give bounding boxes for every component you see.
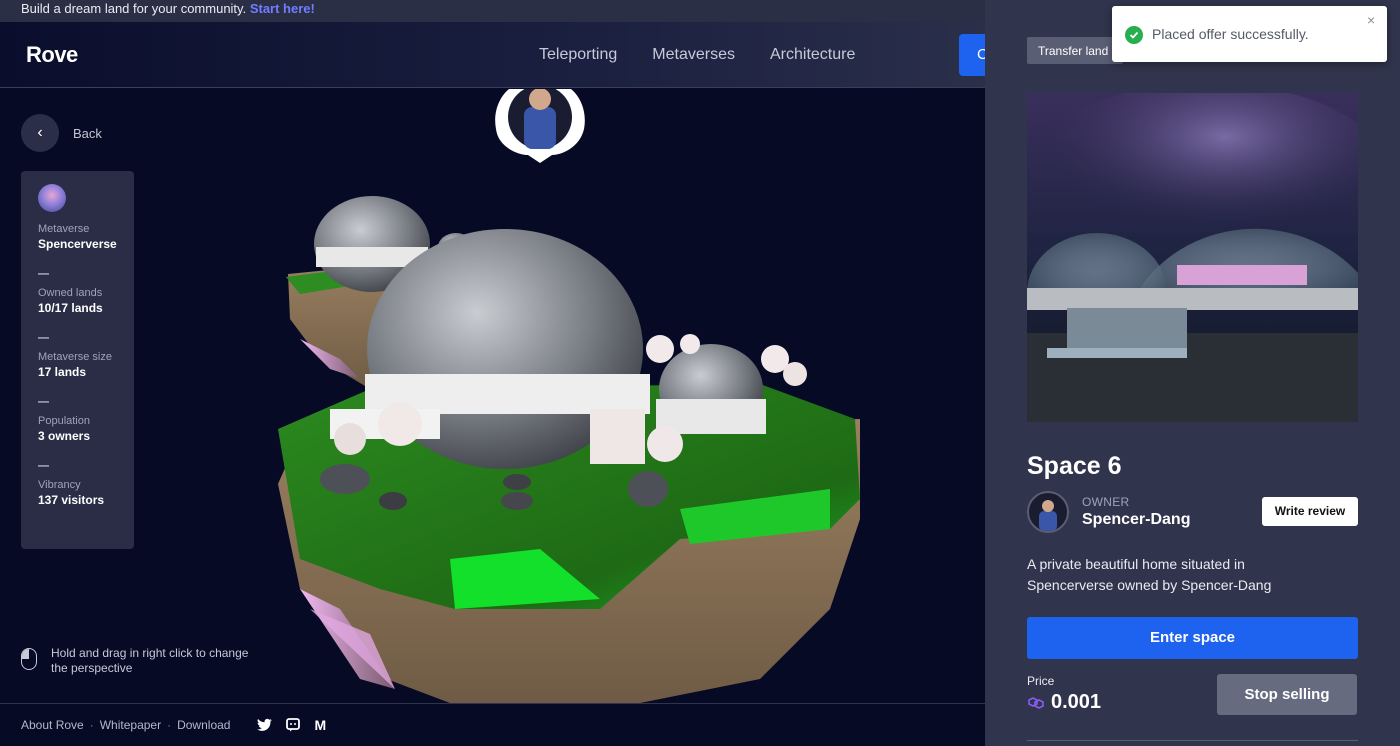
stop-selling-button[interactable]: Stop selling [1217, 674, 1357, 715]
info-separator: — [38, 332, 49, 344]
twitter-icon[interactable] [256, 718, 273, 732]
perspective-hint-text: Hold and drag in right click to change t… [51, 646, 249, 675]
price-label: Price [1027, 674, 1055, 688]
check-icon [1129, 31, 1139, 39]
owner-label: OWNER [1082, 495, 1130, 509]
announcement-bar: Build a dream land for your community. S… [0, 0, 985, 22]
panel-divider [1027, 740, 1358, 741]
back-label[interactable]: Back [73, 126, 102, 141]
owner-name[interactable]: Spencer-Dang [1082, 511, 1190, 529]
price-value: 0.001 [1051, 691, 1102, 713]
space-description: A private beautiful home situated in Spe… [1027, 556, 1272, 593]
footer-whitepaper-link[interactable]: Whitepaper [100, 718, 161, 732]
info-separator: — [38, 268, 49, 280]
vibrancy-value: 137 visitors [38, 493, 105, 507]
floating-island-illustration [278, 89, 860, 703]
info-separator: — [38, 460, 49, 472]
announcement-text: Build a dream land for your community. [21, 1, 247, 16]
space-preview-image [1027, 93, 1358, 422]
medium-icon[interactable]: M [314, 717, 326, 733]
perspective-hint: Hold and drag in right click to change t… [21, 646, 251, 676]
nav-architecture[interactable]: Architecture [770, 46, 855, 64]
metaverse-avatar [38, 184, 66, 212]
metaverse-label: Metaverse [38, 223, 90, 235]
check-circle-icon [1125, 26, 1143, 44]
nav-teleporting[interactable]: Teleporting [539, 46, 617, 64]
write-review-button[interactable]: Write review [1262, 497, 1358, 526]
site-header: Rove Teleporting Metaverses Architecture… [0, 22, 985, 88]
discord-icon[interactable] [286, 718, 301, 732]
owner-avatar-image [1039, 500, 1057, 531]
metaverse-value: Spencerverse [38, 237, 117, 251]
metaverse-size-value: 17 lands [38, 365, 87, 379]
space-preview-illustration [1027, 93, 1358, 422]
owned-lands-label: Owned lands [38, 287, 103, 299]
metaverse-size-label: Metaverse size [38, 351, 112, 363]
footer-download-link[interactable]: Download [177, 718, 230, 732]
transfer-land-button[interactable]: Transfer land [1027, 37, 1123, 64]
chevron-left-icon: ‹ [37, 124, 43, 141]
back-button[interactable]: ‹ [21, 114, 59, 152]
metaverse-info-card: Metaverse Spencerverse — Owned lands 10/… [21, 171, 134, 549]
close-icon[interactable]: × [1367, 12, 1375, 28]
owner-avatar[interactable] [1027, 491, 1069, 533]
enter-space-button[interactable]: Enter space [1027, 617, 1358, 659]
footer-about-link[interactable]: About Rove [21, 718, 84, 732]
header-cta-button[interactable]: C [959, 34, 985, 76]
toast-message: Placed offer successfully. [1152, 26, 1309, 42]
space-title: Space 6 [1027, 452, 1122, 480]
polygon-matic-icon [1028, 696, 1044, 709]
mouse-icon [21, 648, 37, 670]
population-label: Population [38, 415, 90, 427]
site-footer: About Rove · Whitepaper · Download M [0, 703, 985, 746]
footer-separator: · [89, 718, 94, 732]
population-value: 3 owners [38, 429, 91, 443]
success-toast: Placed offer successfully. × [1112, 6, 1387, 62]
owned-lands-value: 10/17 lands [38, 301, 103, 315]
info-separator: — [38, 396, 49, 408]
nav-metaverses[interactable]: Metaverses [652, 46, 735, 64]
footer-separator: · [167, 718, 172, 732]
land-3d-viewport[interactable]: ‹ Back Metaverse Spencerverse — Owned la… [0, 89, 985, 703]
price-row: 0.001 [1027, 691, 1101, 714]
land-detail-panel: Transfer land Space 6 OWNER Spencer-Dang… [985, 0, 1400, 746]
social-links: M [256, 717, 326, 733]
start-here-link[interactable]: Start here! [250, 1, 315, 16]
rove-logo[interactable]: Rove [26, 42, 78, 68]
vibrancy-label: Vibrancy [38, 479, 81, 491]
main-nav: Teleporting Metaverses Architecture [539, 46, 855, 64]
